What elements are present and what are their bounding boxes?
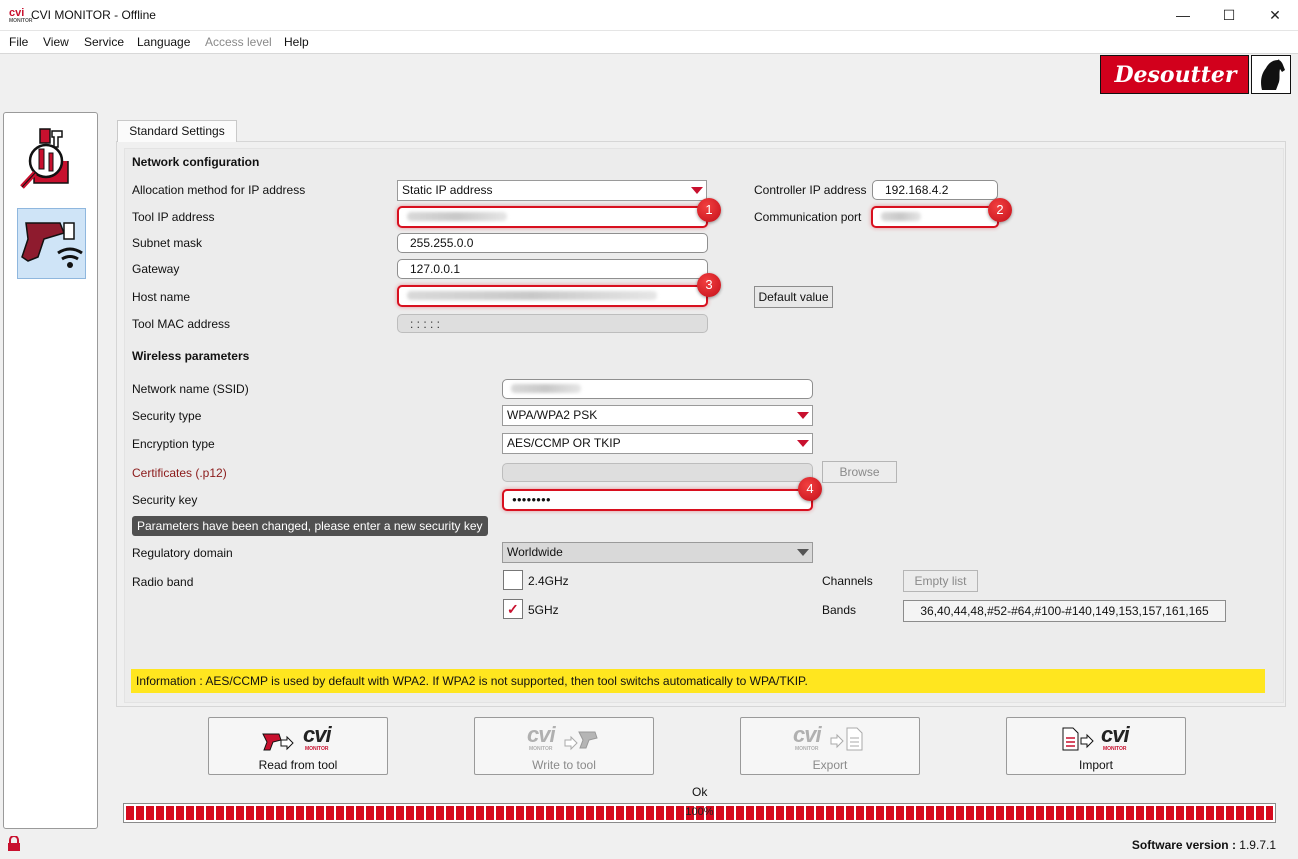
dropdown-arrow-icon [797, 412, 809, 419]
menu-language[interactable]: Language [137, 35, 190, 49]
default-value-button[interactable]: Default value [754, 286, 833, 308]
controller-ip-label: Controller IP address [754, 183, 867, 197]
security-key-field[interactable]: ●●●●●●●● [502, 489, 813, 511]
security-type-label: Security type [132, 409, 202, 423]
horse-logo-icon [1251, 55, 1291, 94]
read-from-tool-button[interactable]: cvi MONITOR Read from tool [208, 717, 388, 775]
lock-icon [7, 835, 21, 852]
tool-ip-field[interactable] [397, 206, 708, 228]
menu-help[interactable]: Help [284, 35, 309, 49]
document-icon [830, 727, 863, 751]
certificates-label: Certificates (.p12) [132, 466, 227, 480]
gateway-field[interactable]: 127.0.0.1 [397, 259, 708, 279]
nav-wireless-tool-icon[interactable] [17, 208, 86, 279]
close-button[interactable]: ✕ [1252, 0, 1298, 31]
desoutter-logo: Desoutter [1100, 55, 1249, 94]
information-bar: Information : AES/CCMP is used by defaul… [131, 669, 1265, 693]
ssid-label: Network name (SSID) [132, 382, 249, 396]
subnet-mask-field[interactable]: 255.255.0.0 [397, 233, 708, 253]
communication-port-label: Communication port [754, 210, 862, 224]
callout-badge-3: 3 [697, 273, 721, 297]
browse-button: Browse [822, 461, 897, 483]
tool-mac-field: : : : : : [397, 314, 708, 333]
callout-badge-2: 2 [988, 198, 1012, 222]
security-key-warning: Parameters have been changed, please ent… [132, 516, 488, 536]
progress-bar: 100% [123, 803, 1276, 823]
network-configuration-title: Network configuration [132, 155, 260, 169]
dropdown-arrow-icon [797, 549, 809, 556]
bands-value-field[interactable]: 36,40,44,48,#52-#64,#100-#140,149,153,15… [903, 600, 1226, 622]
nav-tools-icon[interactable] [18, 125, 84, 193]
certificates-field [502, 463, 813, 482]
dropdown-arrow-icon [691, 187, 703, 194]
regulatory-domain-label: Regulatory domain [132, 546, 233, 560]
window-title: CVI MONITOR - Offline [31, 8, 156, 22]
import-button[interactable]: cvi MONITOR Import [1006, 717, 1186, 775]
menu-access-level: Access level [205, 35, 272, 49]
app-logo-icon: cvi MONITOR [9, 7, 33, 24]
tool-ip-label: Tool IP address [132, 210, 215, 224]
tool-icon [564, 731, 598, 751]
empty-list-button: Empty list [903, 570, 978, 592]
tool-icon [262, 733, 294, 751]
check-icon: ✓ [507, 601, 519, 617]
host-name-label: Host name [132, 290, 191, 304]
tool-mac-label: Tool MAC address [132, 317, 231, 331]
encryption-type-select[interactable]: AES/CCMP OR TKIP [502, 433, 813, 454]
document-icon [1062, 727, 1094, 751]
host-name-field[interactable] [397, 285, 708, 307]
callout-badge-1: 1 [697, 198, 721, 222]
ssid-field[interactable] [502, 379, 813, 399]
band-5ghz-label: 5GHz [528, 603, 559, 617]
tab-standard-settings[interactable]: Standard Settings [117, 120, 237, 142]
maximize-button[interactable]: ☐ [1206, 0, 1252, 31]
allocation-method-label: Allocation method for IP address [132, 183, 306, 197]
security-type-select[interactable]: WPA/WPA2 PSK [502, 405, 813, 426]
band-5ghz-checkbox[interactable]: ✓ [503, 599, 523, 619]
progress-text: 100% [685, 806, 714, 818]
subnet-mask-label: Subnet mask [132, 236, 203, 250]
sidebar [3, 112, 98, 829]
wireless-parameters-title: Wireless parameters [132, 349, 250, 363]
regulatory-domain-select: Worldwide [502, 542, 813, 563]
software-version: Software version : 1.9.7.1 [1131, 838, 1276, 852]
export-button: cvi MONITOR Export [740, 717, 920, 775]
gateway-label: Gateway [132, 262, 180, 276]
callout-badge-4: 4 [798, 477, 822, 501]
title-bar: cvi MONITOR CVI MONITOR - Offline — ☐ ✕ [0, 0, 1298, 31]
menu-service[interactable]: Service [84, 35, 124, 49]
radio-band-label: Radio band [132, 575, 194, 589]
band-24ghz-checkbox[interactable] [503, 570, 523, 590]
menu-bar: File View Service Language Access level … [0, 31, 1298, 53]
band-24ghz-label: 2.4GHz [528, 574, 569, 588]
write-to-tool-button: cvi MONITOR Write to tool [474, 717, 654, 775]
channels-label: Channels [822, 574, 873, 588]
dropdown-arrow-icon [797, 440, 809, 447]
controller-ip-field[interactable]: 192.168.4.2 [872, 180, 998, 200]
encryption-type-label: Encryption type [132, 437, 215, 451]
allocation-method-select[interactable]: Static IP address [397, 180, 707, 201]
status-text: Ok [692, 785, 708, 799]
communication-port-field[interactable] [871, 206, 999, 228]
bands-label: Bands [822, 603, 857, 617]
menu-view[interactable]: View [43, 35, 69, 49]
menu-file[interactable]: File [9, 35, 28, 49]
minimize-button[interactable]: — [1160, 0, 1206, 31]
security-key-label: Security key [132, 493, 198, 507]
